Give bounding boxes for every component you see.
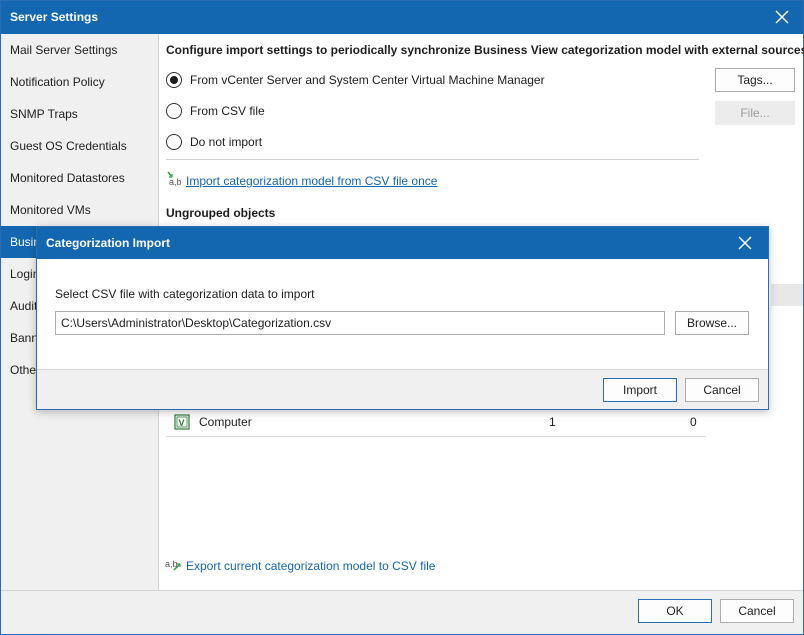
close-icon[interactable] xyxy=(737,235,753,251)
radio-label: From vCenter Server and System Center Vi… xyxy=(190,73,545,87)
sidebar-item-guest-os-credentials[interactable]: Guest OS Credentials xyxy=(1,130,159,162)
sidebar-item-notification-policy[interactable]: Notification Policy xyxy=(1,66,159,98)
row-value: 0 xyxy=(690,415,697,429)
cancel-button[interactable]: Cancel xyxy=(720,599,794,623)
radio-button-checked[interactable] xyxy=(166,72,182,88)
csv-import-icon: a,b xyxy=(166,171,184,190)
row-name: Computer xyxy=(199,415,252,429)
dialog-cancel-button[interactable]: Cancel xyxy=(685,378,759,402)
panel-edge xyxy=(771,284,803,306)
dialog-title: Categorization Import xyxy=(46,236,171,250)
radio-from-vcenter[interactable]: From vCenter Server and System Center Vi… xyxy=(166,70,545,90)
radio-button[interactable] xyxy=(166,134,182,150)
dialog-footer: Import Cancel xyxy=(37,369,768,409)
export-csv-link[interactable]: Export current categorization model to C… xyxy=(186,559,435,573)
divider xyxy=(166,159,699,160)
categorization-import-dialog: Categorization Import Select CSV file wi… xyxy=(36,226,769,410)
radio-do-not-import[interactable]: Do not import xyxy=(166,132,262,152)
dialog-title-bar: Categorization Import xyxy=(37,227,768,259)
vm-category-icon: V xyxy=(174,414,190,433)
csv-path-input[interactable] xyxy=(55,311,665,335)
table-row[interactable]: V Computer 1 0 xyxy=(166,409,706,437)
radio-button[interactable] xyxy=(166,103,182,119)
footer-bar: OK Cancel xyxy=(1,590,803,634)
sidebar-item-snmp-traps[interactable]: SNMP Traps xyxy=(1,98,159,130)
csv-export-icon: a,b xyxy=(164,556,186,575)
svg-text:V: V xyxy=(179,418,185,428)
radio-label: From CSV file xyxy=(190,104,265,118)
sidebar-item-mail-server-settings[interactable]: Mail Server Settings xyxy=(1,34,159,66)
dialog-prompt: Select CSV file with categorization data… xyxy=(55,287,315,301)
row-value: 1 xyxy=(549,415,556,429)
import-button[interactable]: Import xyxy=(603,378,677,402)
tags-button[interactable]: Tags... xyxy=(715,68,795,92)
import-settings-heading: Configure import settings to periodicall… xyxy=(166,43,804,57)
file-button[interactable]: File... xyxy=(715,101,795,125)
window-title: Server Settings xyxy=(10,10,99,24)
browse-button[interactable]: Browse... xyxy=(675,311,749,335)
ungrouped-objects-heading: Ungrouped objects xyxy=(166,206,276,220)
close-icon[interactable] xyxy=(774,9,790,25)
import-csv-once-link[interactable]: Import categorization model from CSV fil… xyxy=(186,174,437,188)
sidebar-item-monitored-vms[interactable]: Monitored VMs xyxy=(1,194,159,226)
ok-button[interactable]: OK xyxy=(638,599,712,623)
title-bar: Server Settings xyxy=(1,1,803,34)
radio-label: Do not import xyxy=(190,135,263,149)
sidebar-item-monitored-datastores[interactable]: Monitored Datastores xyxy=(1,162,159,194)
radio-from-csv[interactable]: From CSV file xyxy=(166,101,265,121)
svg-text:a,b: a,b xyxy=(169,177,182,187)
